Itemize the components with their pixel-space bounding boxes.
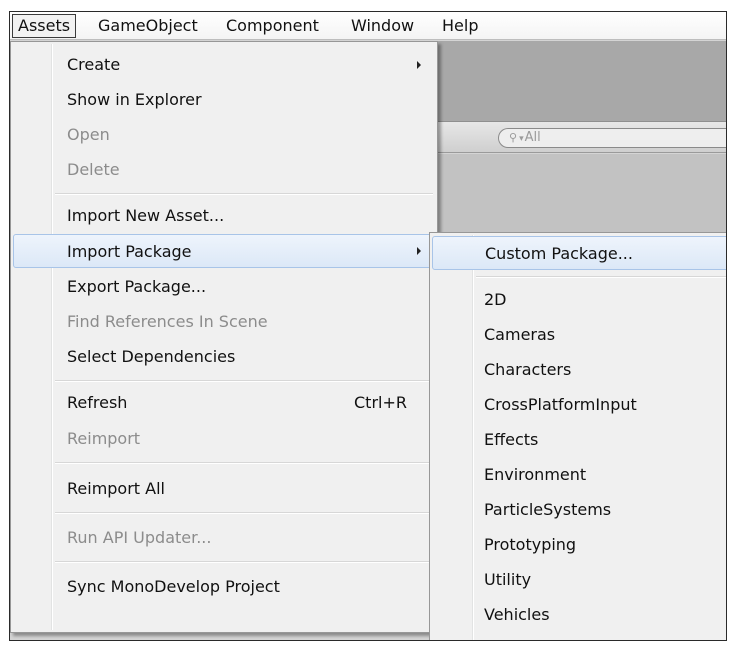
menubar: Assets GameObject Component Window Help: [10, 12, 726, 40]
menu-item-select-dependencies[interactable]: Select Dependencies: [13, 340, 435, 374]
menu-item-custom-package[interactable]: Custom Package...: [432, 236, 726, 270]
menu-item-delete: Delete: [67, 160, 120, 179]
search-input[interactable]: ⚲ ▾All: [498, 128, 726, 148]
assets-menu: Create Show in Explorer Open Delete Impo…: [10, 41, 438, 633]
menu-item-import-package[interactable]: Import Package: [13, 234, 435, 268]
menu-item-export-package[interactable]: Export Package...: [13, 270, 435, 304]
menu-item-package-cameras[interactable]: Cameras: [432, 318, 726, 352]
search-icon: ⚲: [509, 131, 518, 144]
menu-item-package-particlesystems[interactable]: ParticleSystems: [432, 493, 726, 527]
menu-item-package-effects[interactable]: Effects: [432, 423, 726, 457]
scene-view: [436, 41, 726, 121]
menu-item-package-environment[interactable]: Environment: [432, 458, 726, 492]
menu-item-sync-monodevelop[interactable]: Sync MonoDevelop Project: [13, 570, 435, 604]
menu-separator: [55, 380, 433, 382]
menu-item-show-in-explorer[interactable]: Show in Explorer: [13, 83, 435, 117]
project-panel: [436, 154, 726, 244]
menu-window[interactable]: Window: [351, 12, 414, 40]
menu-item-reimport: Reimport: [67, 429, 141, 448]
search-placeholder: All: [524, 130, 541, 145]
menu-item-package-characters[interactable]: Characters: [432, 353, 726, 387]
menu-item-reimport-all[interactable]: Reimport All: [13, 472, 435, 506]
menu-item-package-crossplatforminput[interactable]: CrossPlatformInput: [432, 388, 726, 422]
unity-editor-window: ⚲ ▾All Assets GameObject Component Window…: [9, 11, 727, 641]
shortcut-label: Ctrl+R: [354, 393, 407, 412]
menu-item-create[interactable]: Create: [13, 48, 435, 82]
import-package-submenu: Custom Package... 2D Cameras Characters …: [429, 232, 726, 640]
menu-item-refresh[interactable]: Refresh Ctrl+R: [13, 386, 435, 420]
chevron-right-icon: [417, 247, 421, 255]
menu-item-import-new-asset[interactable]: Import New Asset...: [13, 199, 435, 233]
menu-component[interactable]: Component: [226, 12, 319, 40]
chevron-right-icon: [417, 61, 421, 69]
menu-separator: [476, 276, 726, 278]
menu-separator: [55, 561, 433, 563]
menu-item-package-vehicles[interactable]: Vehicles: [432, 598, 726, 632]
menu-item-package-2d[interactable]: 2D: [432, 283, 726, 317]
menu-item-run-api-updater: Run API Updater...: [67, 528, 212, 547]
menu-help[interactable]: Help: [442, 12, 478, 40]
menu-separator: [55, 462, 433, 464]
menu-item-package-prototyping[interactable]: Prototyping: [432, 528, 726, 562]
menu-assets[interactable]: Assets: [12, 14, 77, 38]
project-toolbar: ⚲ ▾All: [436, 121, 726, 153]
menu-item-open: Open: [67, 125, 110, 144]
menu-item-package-utility[interactable]: Utility: [432, 563, 726, 597]
screenshot: ⚲ ▾All Assets GameObject Component Window…: [0, 0, 730, 647]
menu-gameobject[interactable]: GameObject: [98, 12, 198, 40]
menu-item-find-references: Find References In Scene: [67, 312, 268, 331]
menu-separator: [55, 193, 433, 195]
menu-separator: [55, 512, 433, 514]
